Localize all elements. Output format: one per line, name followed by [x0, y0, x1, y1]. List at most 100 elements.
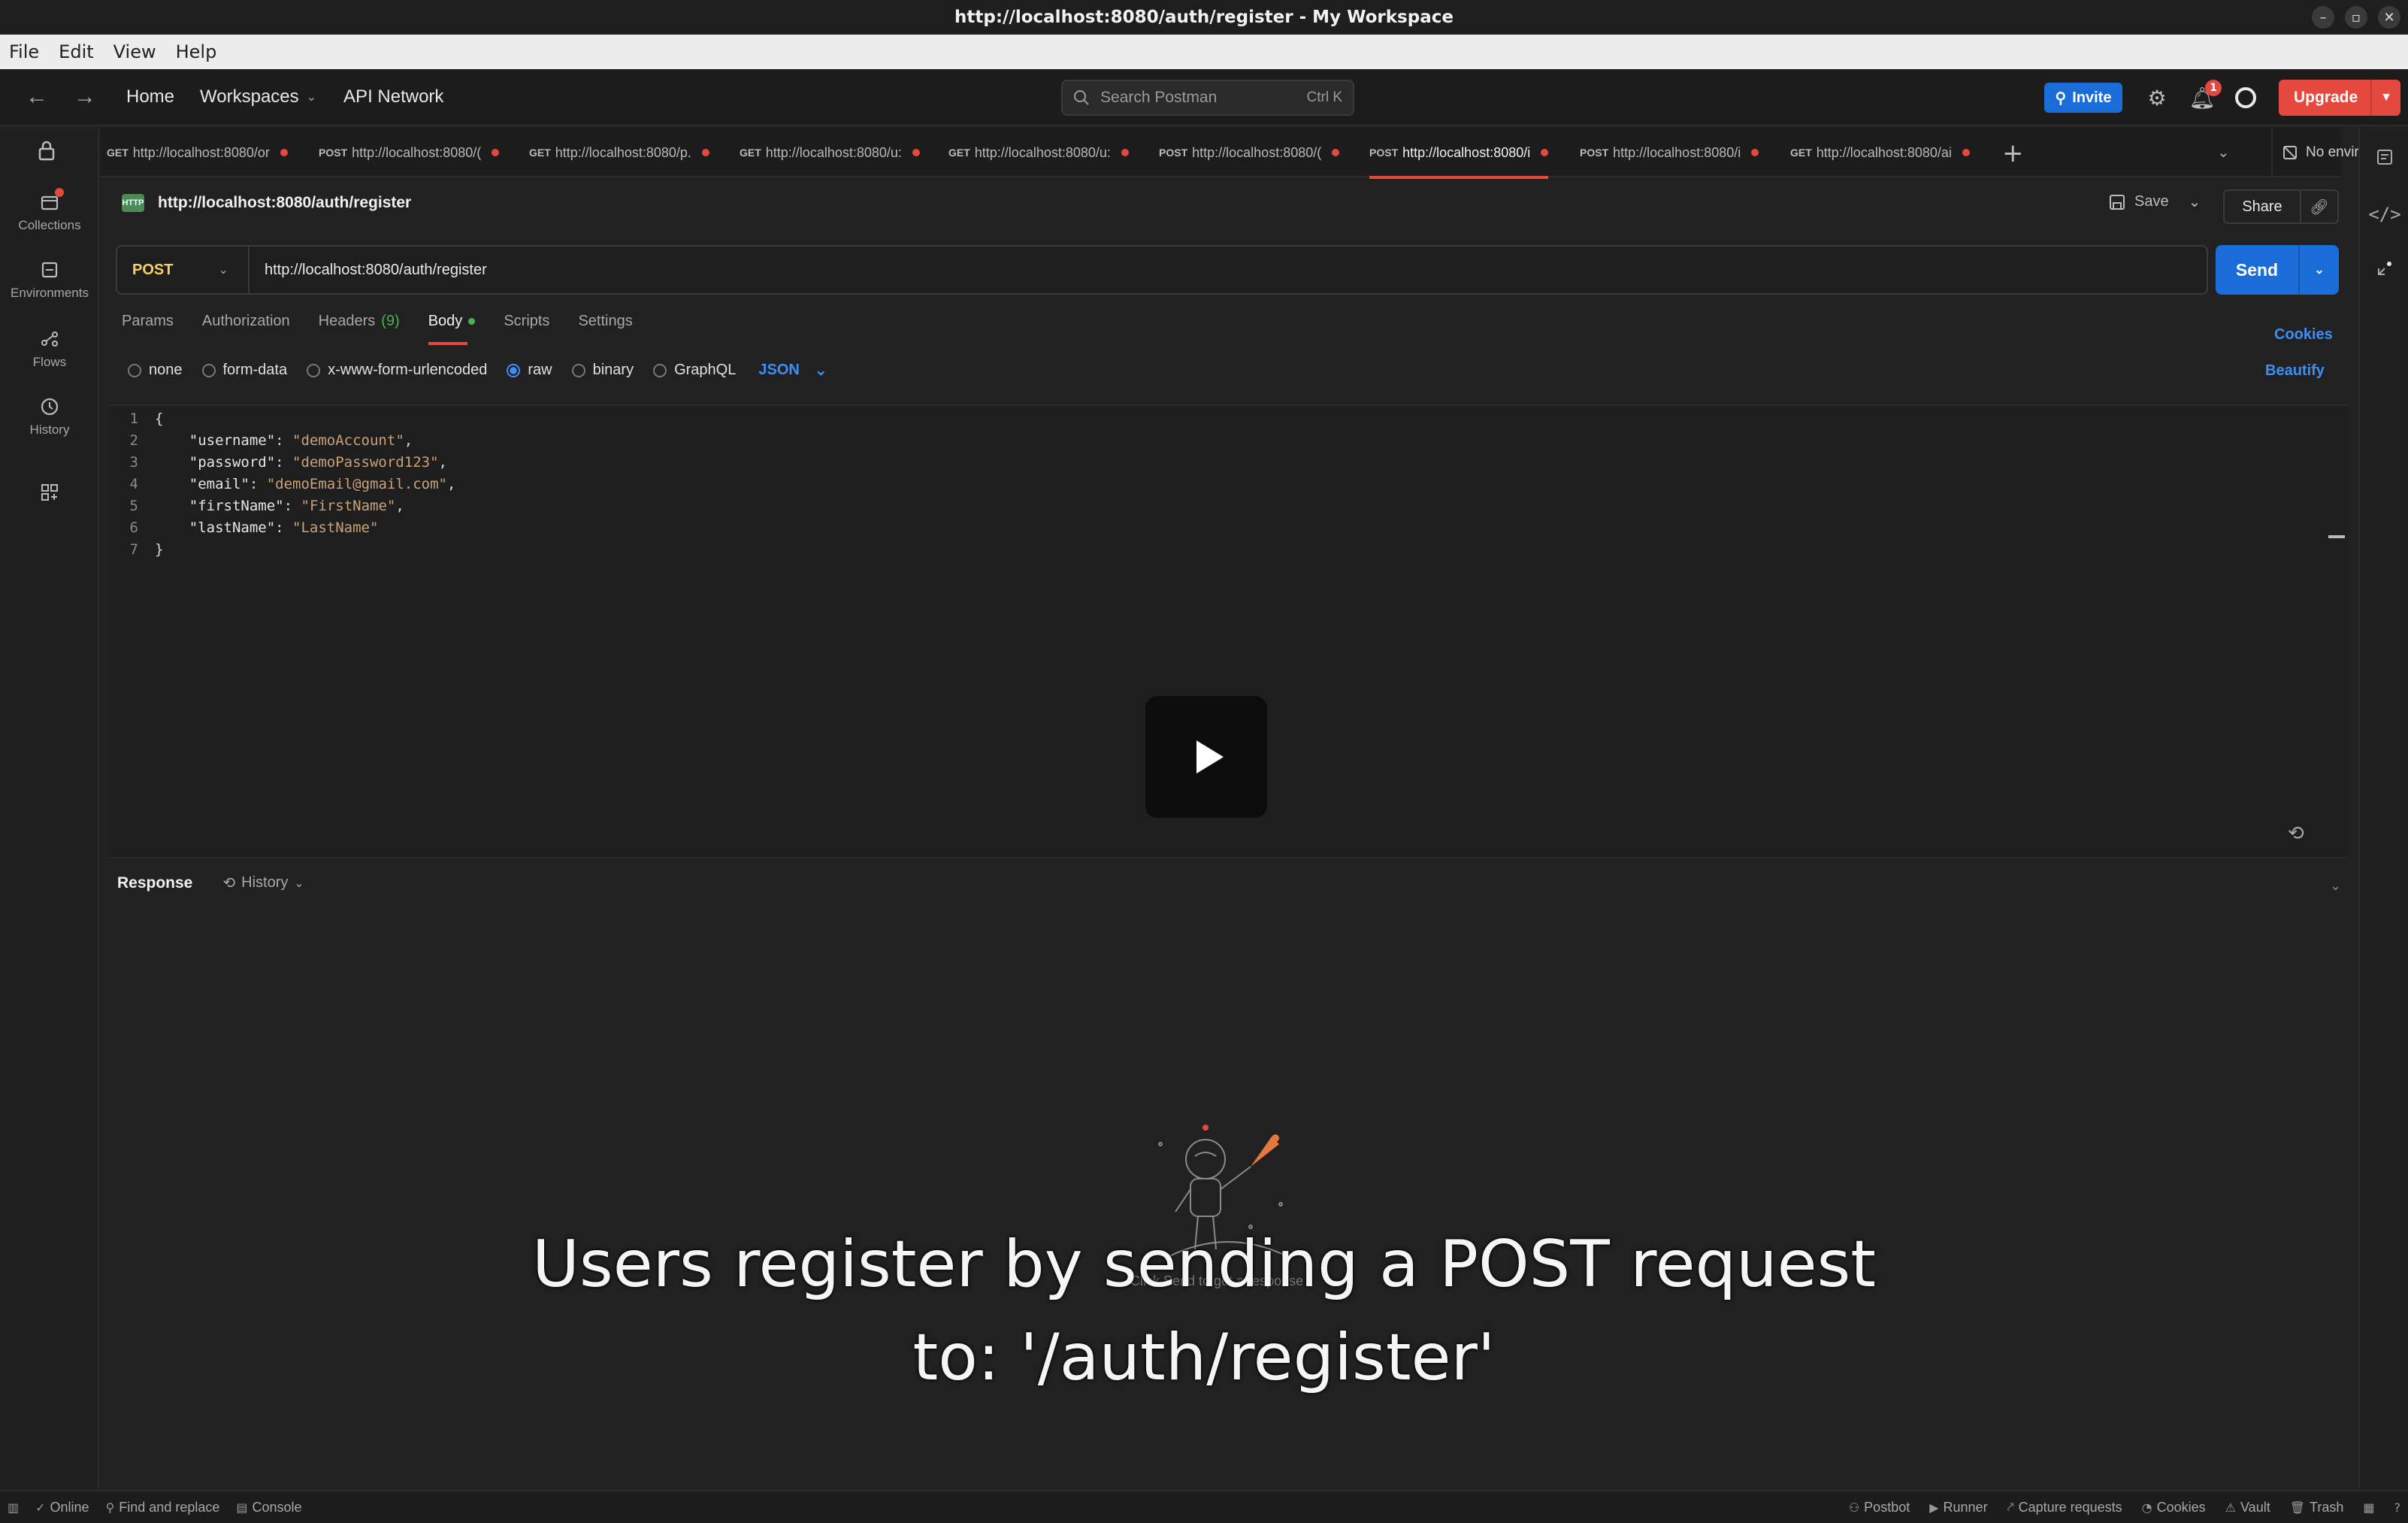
method-select[interactable]: POST ⌄: [117, 247, 250, 293]
find-replace-button[interactable]: ⚲ Find and replace: [106, 1500, 220, 1515]
radio-raw[interactable]: raw: [507, 362, 552, 379]
related-icon[interactable]: [2372, 256, 2397, 281]
tab-settings[interactable]: Settings: [578, 313, 632, 345]
collections-dot: [55, 188, 64, 197]
json-punct: ,: [395, 498, 404, 514]
settings-gear-icon[interactable]: ⚙: [2143, 84, 2171, 111]
request-tab[interactable]: POST http://localhost:8080/i: [1580, 128, 1759, 177]
tab-label: Settings: [578, 313, 633, 329]
sidebar-item-environments[interactable]: Environments: [0, 259, 99, 301]
console-button[interactable]: ▤ Console: [236, 1500, 301, 1515]
vault-button[interactable]: ⚠ Vault: [2225, 1500, 2270, 1515]
sync-status-icon[interactable]: [2232, 84, 2259, 111]
upgrade-button[interactable]: Upgrade ▼: [2279, 80, 2400, 116]
back-arrow-icon[interactable]: ←: [26, 84, 48, 110]
layout-button[interactable]: ▦: [2363, 1500, 2374, 1515]
sidebar-item-configure[interactable]: [0, 481, 99, 504]
beautify-link[interactable]: Beautify: [2265, 362, 2325, 380]
forward-arrow-icon[interactable]: →: [74, 84, 96, 110]
runner-button[interactable]: ▶ Runner: [1929, 1500, 1987, 1515]
request-tab[interactable]: POST http://localhost:8080/(: [319, 128, 500, 177]
menu-edit[interactable]: Edit: [59, 41, 93, 62]
video-play-button[interactable]: [1145, 696, 1267, 818]
radio-none[interactable]: none: [128, 362, 183, 379]
tabs-overflow-chevron-icon[interactable]: ⌄: [2217, 143, 2230, 162]
nav-arrows: ← →: [26, 84, 96, 110]
sidebar-item-history[interactable]: History: [0, 395, 99, 438]
chevron-down-icon[interactable]: ⌄: [2298, 245, 2339, 295]
url-input[interactable]: [250, 247, 2207, 293]
cookie-icon: ◔: [2141, 1500, 2152, 1515]
radio-x-www-form-urlencoded[interactable]: x-www-form-urlencoded: [307, 362, 487, 379]
tab-body[interactable]: Body: [428, 313, 476, 345]
home-link[interactable]: Home: [126, 86, 174, 107]
documentation-icon[interactable]: [2372, 144, 2397, 170]
new-tab-plus-icon[interactable]: +: [2002, 138, 2024, 168]
tab-headers[interactable]: Headers (9): [319, 313, 400, 345]
workspaces-menu[interactable]: Workspaces ⌄: [200, 86, 316, 107]
minimize-icon[interactable]: –: [2312, 6, 2334, 29]
online-status[interactable]: ✓ Online: [35, 1500, 89, 1515]
radio-form-data[interactable]: form-data: [201, 362, 287, 379]
lock-icon[interactable]: [38, 140, 56, 166]
request-tab[interactable]: POST http://localhost:8080/(: [1159, 128, 1340, 177]
code-icon[interactable]: </>: [2368, 201, 2400, 227]
sidebar-item-collections[interactable]: Collections: [0, 188, 99, 233]
chevron-down-icon[interactable]: ⌄: [2189, 192, 2201, 211]
restore-icon[interactable]: ▫: [2345, 6, 2367, 29]
tab-params[interactable]: Params: [122, 313, 174, 345]
cookies-link[interactable]: Cookies: [2274, 326, 2333, 344]
request-tab[interactable]: GET http://localhost:8080/u:: [740, 128, 920, 177]
tab-label: Headers: [318, 313, 376, 329]
radio-binary[interactable]: binary: [571, 362, 634, 379]
line-number: 3: [129, 454, 138, 471]
tab-label: Body: [428, 313, 463, 329]
body-history-icon[interactable]: ⟲: [2288, 822, 2304, 845]
menu-file[interactable]: File: [9, 41, 39, 62]
save-button[interactable]: Save ⌄: [2109, 192, 2201, 211]
tab-method: GET: [740, 147, 761, 159]
toggle-sidebar-button[interactable]: ▥: [8, 1500, 19, 1515]
format-label: JSON: [758, 362, 800, 378]
cookies-button[interactable]: ◔ Cookies: [2142, 1500, 2206, 1515]
radio-graphql[interactable]: GraphQL: [653, 362, 736, 379]
send-button[interactable]: Send ⌄: [2216, 245, 2339, 295]
console-label: Console: [252, 1499, 302, 1515]
format-select[interactable]: JSON ⌄: [758, 361, 827, 380]
workspaces-label: Workspaces: [200, 86, 299, 107]
request-title[interactable]: http://localhost:8080/auth/register: [158, 194, 411, 212]
request-tab[interactable]: GET http://localhost:8080/ai: [1790, 128, 1970, 177]
radio-circle: [653, 363, 667, 377]
request-tab-active[interactable]: POST http://localhost:8080/i: [1369, 128, 1549, 179]
request-tab[interactable]: GET http://localhost:8080/or: [107, 128, 288, 177]
search-input[interactable]: Search Postman Ctrl K: [1061, 80, 1354, 116]
tab-scripts[interactable]: Scripts: [504, 313, 549, 345]
request-tab[interactable]: GET http://localhost:8080/p.: [529, 128, 709, 177]
tab-method: POST: [1159, 147, 1188, 159]
link-icon[interactable]: 🔗︎: [2300, 191, 2337, 223]
trash-button[interactable]: 🗑︎ Trash: [2290, 1500, 2344, 1515]
window-title: http://localhost:8080/auth/register - My…: [954, 8, 1454, 27]
sidebar-item-flows[interactable]: Flows: [0, 328, 99, 370]
invite-button[interactable]: ⚲ Invite: [2044, 83, 2122, 113]
tab-url: http://localhost:8080/(: [1192, 144, 1322, 160]
chevron-down-icon[interactable]: ▼: [2370, 80, 2400, 116]
close-icon[interactable]: ✕: [2378, 6, 2400, 29]
help-button[interactable]: ?: [2394, 1500, 2401, 1515]
menu-help[interactable]: Help: [176, 41, 217, 62]
request-title-bar: HTTP http://localhost:8080/auth/register: [122, 194, 411, 212]
postbot-button[interactable]: ⚇ Postbot: [1849, 1500, 1910, 1515]
capture-requests-button[interactable]: ⤤ Capture requests: [2007, 1500, 2122, 1515]
response-label: Response: [117, 874, 193, 892]
response-collapse-chevron-icon[interactable]: ⌄: [2330, 878, 2341, 894]
editor-scroll-marker[interactable]: [2328, 535, 2345, 538]
response-history-select[interactable]: ⟲ History ⌄: [222, 874, 304, 892]
share-button[interactable]: Share 🔗︎: [2223, 189, 2339, 224]
tab-url: http://localhost:8080/or: [132, 144, 270, 160]
line-number: 7: [129, 541, 138, 558]
menu-view[interactable]: View: [113, 41, 156, 62]
request-tab[interactable]: GET http://localhost:8080/u:: [948, 128, 1129, 177]
bell-icon[interactable]: 🔔︎ 1: [2189, 80, 2222, 111]
api-network-link[interactable]: API Network: [343, 86, 443, 107]
tab-authorization[interactable]: Authorization: [202, 313, 290, 345]
